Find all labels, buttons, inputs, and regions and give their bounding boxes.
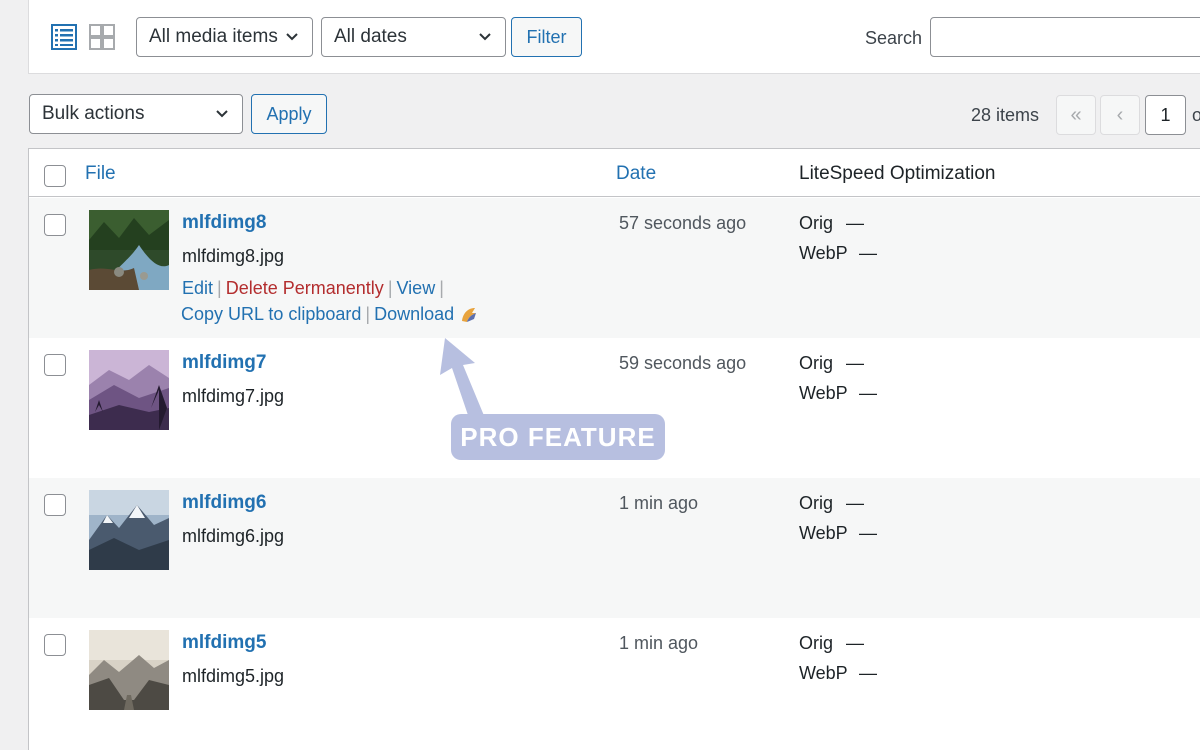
media-filename: mlfdimg5.jpg [182,666,285,686]
upload-date: 59 seconds ago [619,353,747,373]
ls-orig-label: Orig [799,493,834,513]
ls-orig-label: Orig [799,633,834,653]
media-type-select[interactable]: All media items [136,17,313,57]
ls-orig-label: Orig [799,213,834,233]
search-input[interactable] [930,17,1200,57]
ls-webp-value: — [859,523,877,543]
table-header: File Date LiteSpeed Optimization [29,149,1200,197]
column-file[interactable]: File [85,163,116,185]
ls-webp-label: WebP [799,663,848,683]
media-filter-bar: All media items All dates Filter Search [28,0,1200,74]
media-title-link[interactable]: mlfdimg5 [182,632,266,654]
pro-feature-callout: PRO FEATURE [451,414,665,460]
row-checkbox[interactable] [44,494,66,516]
media-title-link[interactable]: mlfdimg7 [182,352,266,374]
edit-link[interactable]: Edit [182,278,213,298]
copy-url-link[interactable]: Copy URL to clipboard [181,304,361,325]
column-litespeed: LiteSpeed Optimization [799,163,996,184]
upload-date: 1 min ago [619,493,699,513]
column-date[interactable]: Date [616,163,656,185]
pro-badge-icon [462,307,477,322]
media-filename: mlfdimg7.jpg [182,386,285,406]
separator: | [387,278,393,298]
table-row: mlfdimg5 mlfdimg5.jpg 1 min ago Orig — W… [29,618,1200,750]
ls-webp-label: WebP [799,243,848,263]
bulk-actions-select[interactable]: Bulk actions [29,94,243,134]
separator: | [365,304,371,324]
table-row: mlfdimg8 mlfdimg8.jpg Edit | Delete Perman… [29,198,1200,338]
view-link[interactable]: View [397,278,436,298]
page-of-label: o [1192,105,1200,125]
ls-orig-value: — [846,633,864,653]
media-type-value: All media items [149,26,278,47]
download-link[interactable]: Download [374,304,454,325]
date-filter-select[interactable]: All dates [321,17,506,57]
row-checkbox[interactable] [44,214,66,236]
media-filename: mlfdimg6.jpg [182,526,285,546]
thumbnail-river[interactable] [89,210,169,290]
thumbnail-purple-mountains[interactable] [89,350,169,430]
items-count: 28 items [971,105,1040,125]
ls-webp-label: WebP [799,383,848,403]
thumbnail-snowy-peaks[interactable] [89,490,169,570]
chevron-down-icon [216,110,228,118]
first-page-button[interactable]: « [1056,95,1096,135]
callout-arrow-icon [440,338,485,421]
row-checkbox[interactable] [44,354,66,376]
grid-view-icon[interactable] [89,24,115,50]
separator: | [217,278,222,298]
apply-button[interactable]: Apply [251,94,327,134]
filter-button[interactable]: Filter [511,17,582,57]
delete-permanently-link[interactable]: Delete Permanently [226,278,384,298]
row-actions-secondary: Copy URL to clipboard | Download [181,304,479,325]
media-title-link[interactable]: mlfdimg6 [182,492,266,514]
ls-webp-value: — [859,383,877,403]
row-checkbox[interactable] [44,634,66,656]
date-filter-value: All dates [334,26,407,47]
search-label: Search [865,28,923,48]
ls-webp-value: — [859,663,877,683]
ls-webp-label: WebP [799,523,848,543]
list-view-icon[interactable] [51,24,77,50]
thumbnail-valley[interactable] [89,630,169,710]
chevron-down-icon [479,33,491,41]
media-title-link[interactable]: mlfdimg8 [182,212,266,234]
select-all-checkbox[interactable] [44,165,66,187]
row-actions: Edit | Delete Permanently | View | [182,278,448,299]
separator: | [439,278,444,298]
ls-webp-value: — [859,243,877,263]
ls-orig-value: — [846,213,864,233]
upload-date: 1 min ago [619,633,699,653]
upload-date: 57 seconds ago [619,213,747,233]
media-filename: mlfdimg8.jpg [182,246,285,266]
table-row: mlfdimg6 mlfdimg6.jpg 1 min ago Orig — W… [29,478,1200,618]
ls-orig-value: — [846,353,864,373]
ls-orig-label: Orig [799,353,834,373]
prev-page-button[interactable]: ‹ [1100,95,1140,135]
chevron-down-icon [286,33,298,41]
ls-orig-value: — [846,493,864,513]
bulk-actions-value: Bulk actions [42,103,145,124]
current-page-input[interactable]: 1 [1145,95,1186,135]
